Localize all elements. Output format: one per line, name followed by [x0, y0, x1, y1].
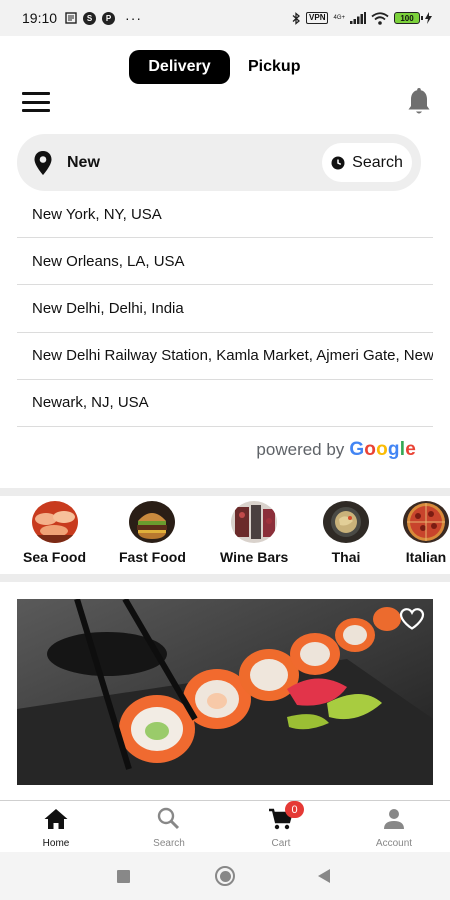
nav-cart[interactable]: 0 Cart [241, 801, 321, 849]
nav-search[interactable]: Search [129, 807, 209, 849]
skype-notification-icon: S [83, 11, 97, 25]
italian-image [403, 501, 449, 543]
pickup-mode-button[interactable]: Pickup [230, 50, 300, 84]
signal-icon [350, 12, 366, 24]
cart-icon: 0 [268, 801, 304, 831]
delivery-mode-toggle: Delivery Pickup [129, 50, 300, 84]
suggestion-item[interactable]: New York, NY, USA [17, 191, 433, 239]
wine-bars-image [231, 501, 278, 543]
category-label: Italian [405, 549, 447, 565]
search-button[interactable]: Search [322, 143, 412, 182]
search-button-label: Search [352, 153, 403, 171]
app-notification-icon: P [102, 11, 116, 25]
status-bar: 19:10 S P ··· VPN 4G+ 100 [0, 0, 450, 36]
section-divider [0, 574, 450, 582]
cart-count-badge: 0 [285, 801, 304, 818]
nav-account[interactable]: Account [354, 807, 434, 849]
category-label: Wine Bars [220, 549, 289, 565]
suggestion-item[interactable]: New Delhi Railway Station, Kamla Market,… [17, 333, 433, 380]
category-italian[interactable]: Italian [403, 501, 449, 565]
suggestion-item[interactable]: New Delhi, Delhi, India [17, 285, 433, 333]
favorite-heart-icon[interactable] [399, 607, 425, 631]
fast-food-image [129, 501, 176, 543]
system-navigation-bar [0, 852, 450, 900]
category-label: Fast Food [119, 549, 186, 565]
battery-indicator: 100 [394, 12, 423, 24]
thai-image [323, 501, 369, 543]
nav-home[interactable]: Home [16, 807, 96, 849]
sushi-image [17, 599, 433, 785]
google-logo: Google [349, 438, 416, 460]
delivery-mode-button[interactable]: Delivery [129, 50, 230, 84]
location-search-bar: Search [17, 134, 421, 191]
suggestion-item[interactable]: Newark, NJ, USA [17, 380, 433, 427]
bell-icon[interactable] [406, 88, 432, 116]
sea-food-image [31, 501, 78, 543]
status-time: 19:10 [22, 10, 58, 26]
powered-by-label: powered by [256, 439, 345, 459]
powered-by-google: powered by Google [17, 427, 433, 473]
more-notifications-icon: ··· [125, 10, 143, 26]
category-wine-bars[interactable]: Wine Bars [220, 501, 288, 565]
bluetooth-icon [292, 11, 301, 25]
home-icon [43, 807, 69, 831]
nav-home-label: Home [42, 838, 70, 849]
home-circle-icon[interactable] [215, 866, 235, 886]
clock-icon [331, 156, 345, 170]
suggestion-item[interactable]: New Orleans, LA, USA [17, 238, 433, 286]
back-triangle-icon[interactable] [318, 869, 330, 883]
nav-search-label: Search [153, 838, 185, 849]
category-label: Thai [331, 549, 361, 565]
location-suggestions-list: New York, NY, USA New Orleans, LA, USA N… [17, 191, 433, 473]
category-fast-food[interactable]: Fast Food [119, 501, 186, 565]
search-icon [156, 807, 182, 831]
category-sea-food[interactable]: Sea Food [23, 501, 86, 565]
category-thai[interactable]: Thai [323, 501, 369, 565]
location-search-input[interactable] [67, 153, 267, 172]
nav-account-label: Account [375, 838, 413, 849]
account-icon [381, 807, 407, 831]
category-carousel: Sea Food Fast Food Wine Bars Thai Italia… [0, 501, 450, 573]
message-notification-icon [65, 12, 77, 24]
category-label: Sea Food [23, 549, 87, 565]
section-divider [0, 488, 450, 496]
recent-apps-icon[interactable] [117, 870, 130, 883]
network-type: 4G+ [333, 15, 345, 21]
vpn-badge: VPN [306, 12, 329, 24]
charging-icon [425, 12, 432, 24]
bottom-navigation: Home Search 0 Cart Account [0, 800, 450, 852]
featured-restaurant-card[interactable] [17, 599, 433, 785]
nav-cart-label: Cart [271, 838, 291, 849]
map-pin-icon [33, 150, 53, 176]
hamburger-icon[interactable] [22, 92, 50, 112]
wifi-icon [371, 11, 389, 25]
app-header: Delivery Pickup [0, 36, 450, 130]
